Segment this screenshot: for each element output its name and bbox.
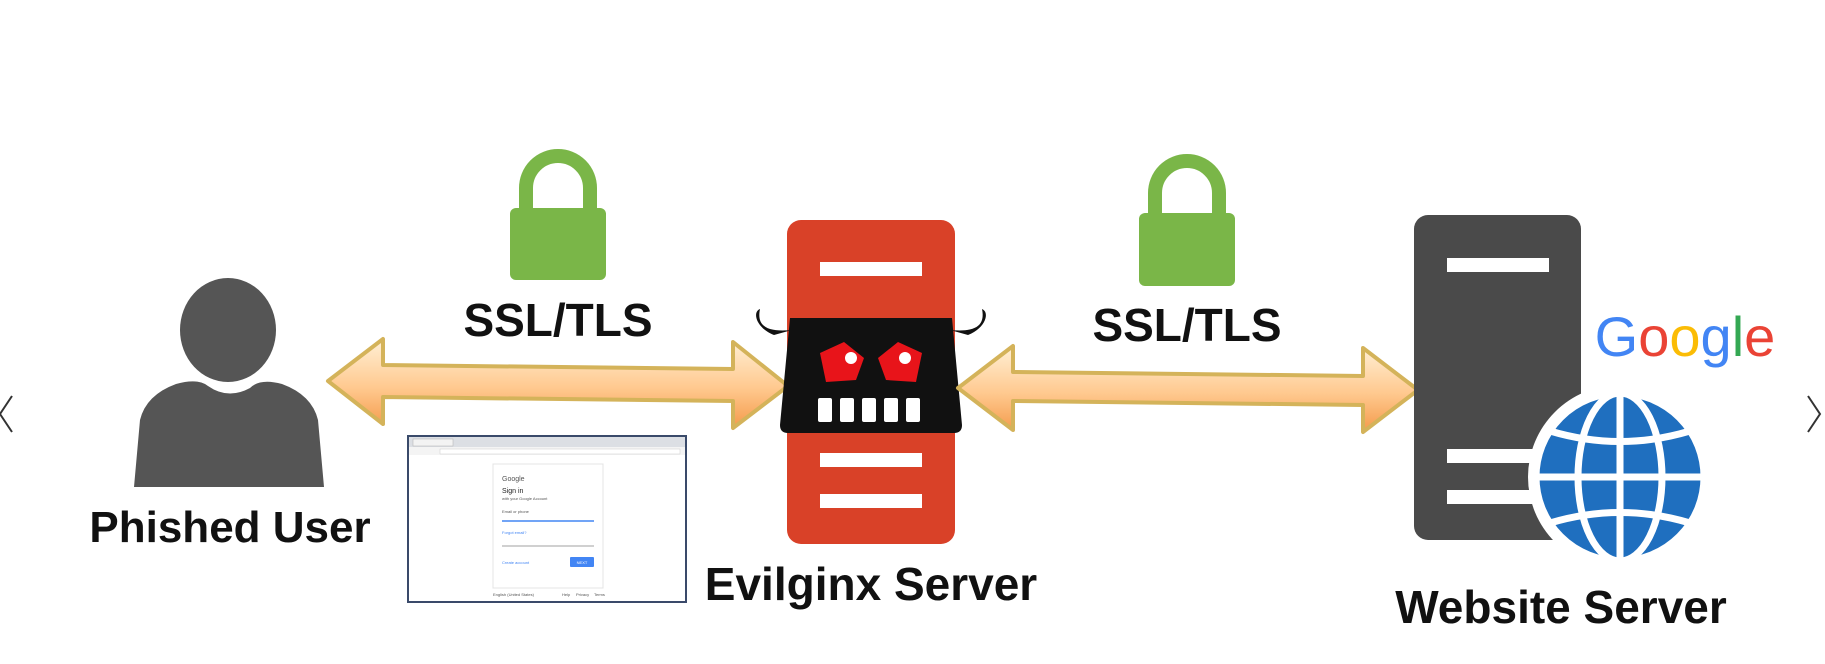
thumbnail-next-button: NEXT [577,560,588,565]
ssl-tls-label-2: SSL/TLS [1092,299,1281,351]
ssl-link-arrow-evilginx-website [956,344,1420,434]
ssl-link-arrow-user-evilginx [326,337,790,430]
thumbnail-field-placeholder: Email or phone [502,509,530,514]
google-logo: Google [1595,305,1776,368]
google-logo-letter: l [1732,305,1744,368]
google-logo-letter: e [1744,305,1775,368]
demon-face-icon [756,309,986,433]
google-logo-letter: G [1595,305,1639,368]
globe-icon [1528,385,1712,569]
chevron-right-icon [1807,395,1822,433]
ssl-tls-label-1: SSL/TLS [463,294,652,346]
thumbnail-google-logo: Google [502,476,525,483]
thumbnail-footer-help: Help [562,592,571,597]
google-logo-letter: o [1638,305,1669,368]
lock-icon [510,149,606,280]
google-logo-letter: o [1669,305,1700,368]
lock-icon [1139,154,1235,286]
google-logo-letter: g [1701,305,1732,368]
phished-user-label: Phished User [89,503,370,552]
evilginx-server-label: Evilginx Server [705,558,1037,610]
thumbnail-footer-terms: Terms [594,592,605,597]
evilginx-diagram: Phished User SSL/TLS Google Sign in with… [0,149,1822,633]
thumbnail-heading: Sign in [502,488,524,495]
chevron-left-icon [0,395,13,433]
prev-slide-button[interactable] [0,395,13,433]
next-slide-button[interactable] [1807,395,1822,433]
person-icon [134,278,324,487]
thumbnail-create-link: Create account [502,560,530,565]
phishing-page-thumbnail: Google Sign in with your Google Account … [407,435,687,603]
thumbnail-footer-privacy: Privacy [576,592,589,597]
website-server-label: Website Server [1395,581,1727,633]
thumbnail-subheading: with your Google Account [502,496,548,501]
thumbnail-forgot-link: Forgot email? [502,530,527,535]
thumbnail-language: English (United States) [493,592,535,597]
